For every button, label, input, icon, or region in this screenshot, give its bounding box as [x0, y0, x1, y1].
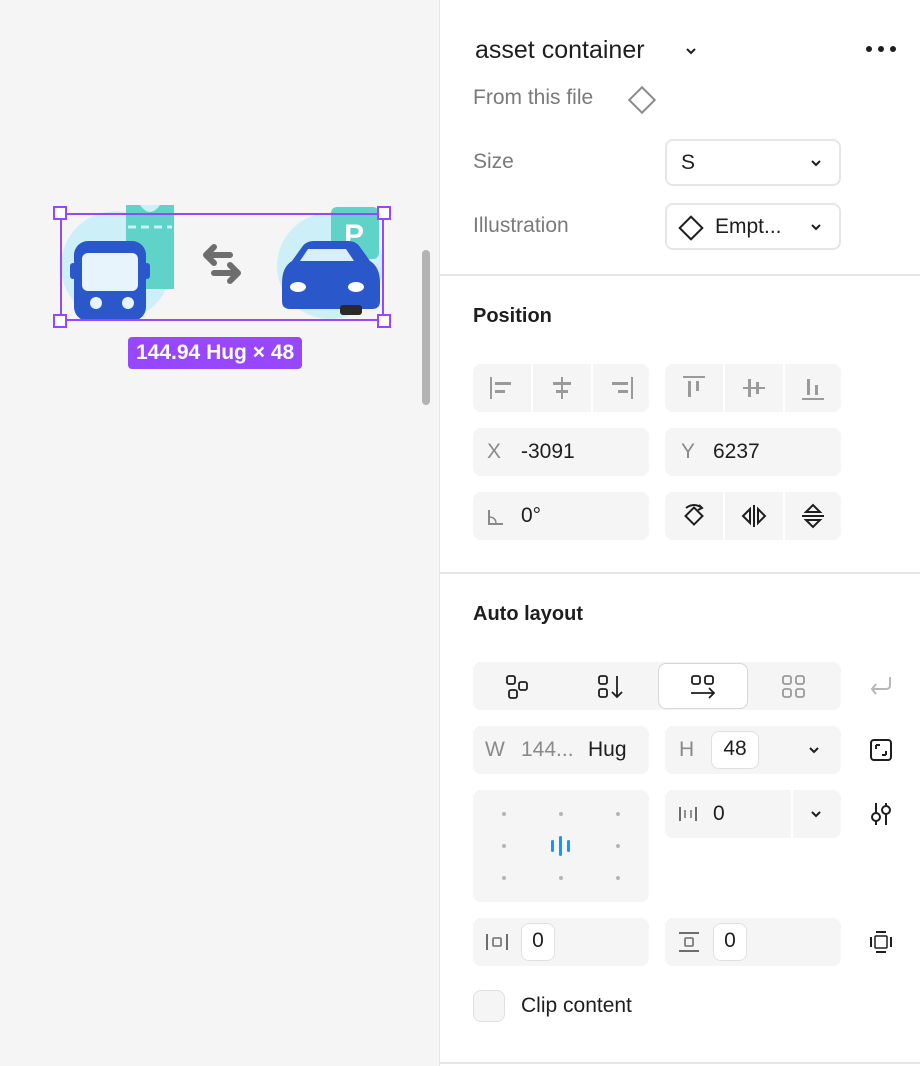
advanced-settings-icon[interactable]	[868, 801, 894, 827]
size-select-value: S	[681, 151, 696, 174]
illustration-select-value: Empt...	[715, 215, 782, 238]
section-divider	[440, 572, 920, 574]
gap-value[interactable]: 0	[713, 802, 725, 826]
chevron-down-icon	[811, 224, 821, 231]
clip-content-checkbox[interactable]	[473, 990, 505, 1022]
chevron-down-icon	[811, 160, 821, 167]
alignment-grid[interactable]	[473, 790, 649, 902]
align-right-button[interactable]	[593, 364, 649, 412]
align-center-h-button[interactable]	[533, 364, 591, 412]
horizontal-padding-field[interactable]: 0	[473, 918, 649, 966]
resize-to-fit-icon[interactable]	[868, 737, 894, 763]
component-source[interactable]: From this file	[473, 86, 593, 110]
flip-horizontal-button[interactable]	[725, 492, 783, 540]
layout-grid-button[interactable]	[749, 662, 841, 710]
horizontal-align-group	[473, 364, 649, 412]
align-bottom-icon	[802, 379, 824, 400]
align-top-button[interactable]	[665, 364, 723, 412]
align-left-icon	[490, 377, 511, 399]
angle-icon	[488, 510, 503, 525]
layout-horizontal-button[interactable]	[658, 663, 748, 709]
component-name[interactable]: asset container	[475, 36, 645, 65]
align-bottom-button[interactable]	[785, 364, 841, 412]
size-badge: 144.94 Hug × 48	[128, 337, 303, 369]
y-position-field[interactable]: Y 6237	[665, 428, 841, 476]
horizontal-padding-value[interactable]: 0	[521, 923, 555, 961]
section-divider	[440, 1062, 920, 1064]
section-divider	[440, 274, 920, 276]
resize-handle-top-left[interactable]	[53, 206, 67, 220]
design-canvas[interactable]: P 144.94 Hug × 48	[0, 0, 439, 1066]
rotate-90-button[interactable]	[665, 492, 723, 540]
flip-vertical-icon	[802, 503, 824, 529]
y-label: Y	[681, 440, 696, 463]
size-property-label: Size	[473, 150, 514, 173]
h-value[interactable]: 48	[711, 731, 759, 769]
y-value[interactable]: 6237	[713, 440, 760, 464]
illustration-select[interactable]: Empt...	[665, 203, 841, 250]
align-right-icon	[612, 377, 633, 399]
chevron-down-icon[interactable]	[684, 44, 698, 58]
flip-vertical-button[interactable]	[785, 492, 841, 540]
canvas-scrollbar[interactable]	[422, 250, 430, 405]
rotation-value[interactable]: 0°	[521, 504, 541, 528]
chevron-down-icon[interactable]	[807, 743, 821, 757]
w-value[interactable]: 144...	[521, 738, 574, 762]
component-diamond-icon[interactable]	[626, 84, 658, 116]
h-label: H	[679, 738, 695, 761]
center-alignment-icon	[551, 836, 570, 856]
clip-content-label[interactable]: Clip content	[521, 994, 632, 1018]
height-field[interactable]: H 48	[665, 726, 841, 774]
resize-handle-bottom-left[interactable]	[53, 314, 67, 328]
rotation-field[interactable]: 0°	[473, 492, 649, 540]
vertical-layout-icon	[598, 675, 623, 699]
auto-layout-section-title: Auto layout	[473, 603, 583, 625]
vertical-padding-field[interactable]: 0	[665, 918, 841, 966]
size-select[interactable]: S	[665, 139, 841, 186]
vertical-padding-value[interactable]: 0	[713, 923, 747, 961]
layout-vertical-button[interactable]	[565, 662, 657, 710]
individual-padding-icon[interactable]	[868, 929, 894, 955]
vertical-align-group	[665, 364, 841, 412]
freeform-layout-icon	[506, 675, 528, 699]
align-top-icon	[683, 376, 705, 397]
resize-handle-top-right[interactable]	[377, 206, 391, 220]
layout-freeform-button[interactable]	[473, 662, 565, 710]
padding-horizontal-icon	[486, 934, 508, 950]
resize-handle-bottom-right[interactable]	[377, 314, 391, 328]
width-field[interactable]: W 144... Hug	[473, 726, 649, 774]
alignment-dots	[502, 812, 620, 880]
wrap-icon[interactable]	[868, 672, 894, 698]
properties-panel: asset container From this file Size S Il…	[439, 0, 920, 1066]
align-left-button[interactable]	[473, 364, 531, 412]
chevron-down-icon[interactable]	[809, 807, 823, 821]
align-vertical-center-icon	[743, 379, 765, 397]
instance-diamond-icon	[678, 215, 704, 241]
w-mode[interactable]: Hug	[588, 738, 627, 762]
horizontal-layout-icon	[691, 675, 716, 699]
rotate-icon	[684, 504, 704, 526]
w-label: W	[485, 738, 505, 761]
flip-horizontal-icon	[741, 505, 767, 527]
transform-group	[665, 492, 841, 540]
gap-horizontal-icon	[679, 807, 697, 821]
selection-frame[interactable]	[60, 213, 384, 321]
grid-layout-icon	[782, 675, 805, 698]
gap-field[interactable]: 0	[665, 790, 841, 838]
align-middle-button[interactable]	[725, 364, 783, 412]
padding-vertical-icon	[679, 932, 699, 952]
more-options-icon[interactable]	[864, 42, 898, 56]
x-label: X	[487, 440, 502, 463]
align-horizontal-center-icon	[553, 377, 571, 399]
layout-direction-group	[473, 662, 841, 710]
position-section-title: Position	[473, 305, 552, 327]
x-value[interactable]: -3091	[521, 440, 575, 464]
illustration-property-label: Illustration	[473, 214, 569, 237]
x-position-field[interactable]: X -3091	[473, 428, 649, 476]
